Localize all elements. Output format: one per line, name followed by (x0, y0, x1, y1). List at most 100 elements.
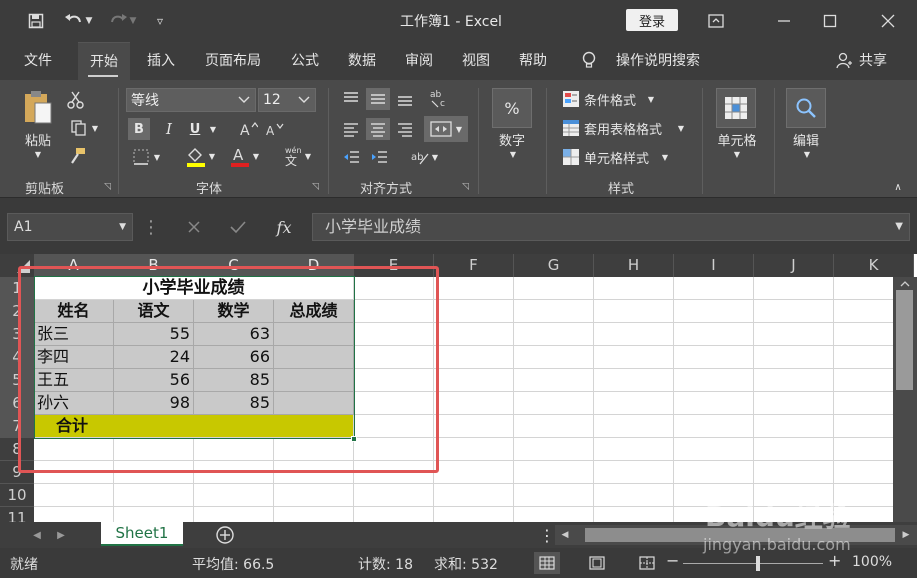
empty-cell[interactable] (194, 484, 274, 507)
empty-cell[interactable] (514, 461, 594, 484)
increase-font-icon[interactable]: A (238, 118, 260, 140)
empty-cell[interactable] (674, 323, 754, 346)
empty-cell[interactable] (114, 461, 194, 484)
table-cell[interactable] (274, 369, 354, 392)
align-center-icon[interactable] (366, 118, 390, 140)
empty-cell[interactable] (594, 507, 674, 522)
table-format-dropdown-icon[interactable]: ▼ (676, 118, 686, 138)
empty-cell[interactable] (434, 300, 514, 323)
cells-dropdown-icon[interactable]: ▼ (730, 148, 744, 160)
empty-cell[interactable] (754, 484, 834, 507)
cells-button[interactable]: 单元格 (708, 130, 766, 149)
table-cell[interactable]: 85 (194, 369, 274, 392)
empty-cell[interactable] (354, 346, 434, 369)
save-icon[interactable] (26, 9, 46, 33)
empty-cell[interactable] (514, 415, 594, 438)
table-cell[interactable]: 55 (114, 323, 194, 346)
empty-cell[interactable] (754, 461, 834, 484)
alignment-launcher-icon[interactable]: ◹ (462, 182, 469, 192)
empty-cell[interactable] (674, 392, 754, 415)
column-header[interactable]: A (34, 254, 114, 277)
header-cell-name[interactable]: 姓名 (34, 300, 114, 323)
table-cell[interactable]: 李四 (34, 346, 114, 369)
percent-icon[interactable]: % (492, 88, 532, 128)
empty-cell[interactable] (514, 484, 594, 507)
tab-split-handle-icon[interactable]: ⋮ (539, 525, 555, 545)
redo-icon[interactable]: ▼ (104, 9, 140, 33)
zoom-out-button[interactable]: − (666, 551, 679, 570)
cancel-icon[interactable] (178, 213, 210, 241)
format-painter-icon[interactable] (66, 146, 88, 166)
zoom-in-button[interactable]: + (828, 551, 841, 570)
tab-data[interactable]: 数据 (337, 42, 387, 80)
empty-cell[interactable] (274, 461, 354, 484)
empty-cell[interactable] (354, 507, 434, 522)
empty-cell[interactable] (594, 369, 674, 392)
font-size-select[interactable]: 12 (258, 88, 316, 112)
underline-button[interactable]: U (184, 118, 206, 140)
more-options-icon[interactable]: ⋮ (142, 213, 160, 241)
page-break-view-icon[interactable] (634, 552, 660, 574)
expand-formula-icon[interactable]: ▼ (895, 214, 903, 240)
page-layout-view-icon[interactable] (584, 552, 610, 574)
tab-formulas[interactable]: 公式 (280, 42, 330, 80)
collapse-ribbon-icon[interactable]: ∧ (890, 180, 906, 194)
worksheet-grid[interactable]: A B C D E F G H I J K 1 2 3 4 5 6 7 8 9 … (0, 254, 917, 522)
empty-cell[interactable] (674, 277, 754, 300)
header-cell-total[interactable]: 总成绩 (274, 300, 354, 323)
tab-file[interactable]: 文件 (14, 42, 62, 80)
tab-insert[interactable]: 插入 (136, 42, 186, 80)
decrease-font-icon[interactable]: A (264, 118, 286, 140)
scroll-left-icon[interactable]: ◀ (558, 527, 572, 543)
empty-cell[interactable] (434, 461, 514, 484)
empty-cell[interactable] (514, 346, 594, 369)
cell-styles-icon[interactable] (560, 147, 582, 167)
empty-cell[interactable] (434, 415, 514, 438)
column-header[interactable]: F (434, 254, 514, 277)
text-direction-icon[interactable]: ab ▼ (404, 146, 444, 168)
tell-me-search[interactable]: 操作说明搜索 (608, 42, 708, 80)
empty-cell[interactable] (434, 507, 514, 522)
fill-color-icon[interactable]: ▼ (180, 144, 220, 168)
editing-button[interactable]: 编辑 (784, 130, 828, 149)
empty-cell[interactable] (594, 300, 674, 323)
empty-cell[interactable] (594, 392, 674, 415)
name-box[interactable]: A1 ▼ (7, 213, 133, 241)
italic-button[interactable]: I (158, 118, 180, 140)
share-button[interactable]: 共享 (856, 42, 890, 80)
empty-cell[interactable] (514, 369, 594, 392)
empty-cell[interactable] (194, 461, 274, 484)
empty-cell[interactable] (194, 438, 274, 461)
search-icon[interactable] (786, 88, 826, 128)
tab-page-layout[interactable]: 页面布局 (196, 42, 270, 80)
empty-cell[interactable] (674, 346, 754, 369)
scroll-right-icon[interactable]: ▶ (899, 527, 913, 543)
empty-cell[interactable] (514, 507, 594, 522)
table-cell[interactable]: 张三 (34, 323, 114, 346)
table-cell[interactable]: 孙六 (34, 392, 114, 415)
row-header[interactable]: 4 (0, 346, 34, 369)
row-header[interactable]: 9 (0, 461, 34, 484)
borders-icon[interactable]: ▼ (128, 146, 164, 168)
column-header[interactable]: K (834, 254, 914, 277)
empty-cell[interactable] (114, 507, 194, 522)
fill-handle[interactable] (351, 436, 357, 442)
empty-cell[interactable] (354, 300, 434, 323)
empty-cell[interactable] (514, 277, 594, 300)
enter-check-icon[interactable] (222, 213, 254, 241)
prev-sheet-icon[interactable]: ◀ (30, 527, 44, 543)
tab-help[interactable]: 帮助 (508, 42, 558, 80)
empty-cell[interactable] (674, 507, 754, 522)
empty-cell[interactable] (354, 369, 434, 392)
table-format-button[interactable]: 套用表格格式 (584, 118, 688, 138)
row-header[interactable]: 8 (0, 438, 34, 461)
empty-cell[interactable] (754, 323, 834, 346)
cut-icon[interactable] (66, 90, 86, 110)
share-person-icon[interactable] (834, 42, 854, 80)
table-cell[interactable] (274, 346, 354, 369)
next-sheet-icon[interactable]: ▶ (54, 527, 68, 543)
empty-cell[interactable] (434, 438, 514, 461)
empty-cell[interactable] (354, 484, 434, 507)
table-cell[interactable]: 66 (194, 346, 274, 369)
empty-cell[interactable] (754, 277, 834, 300)
